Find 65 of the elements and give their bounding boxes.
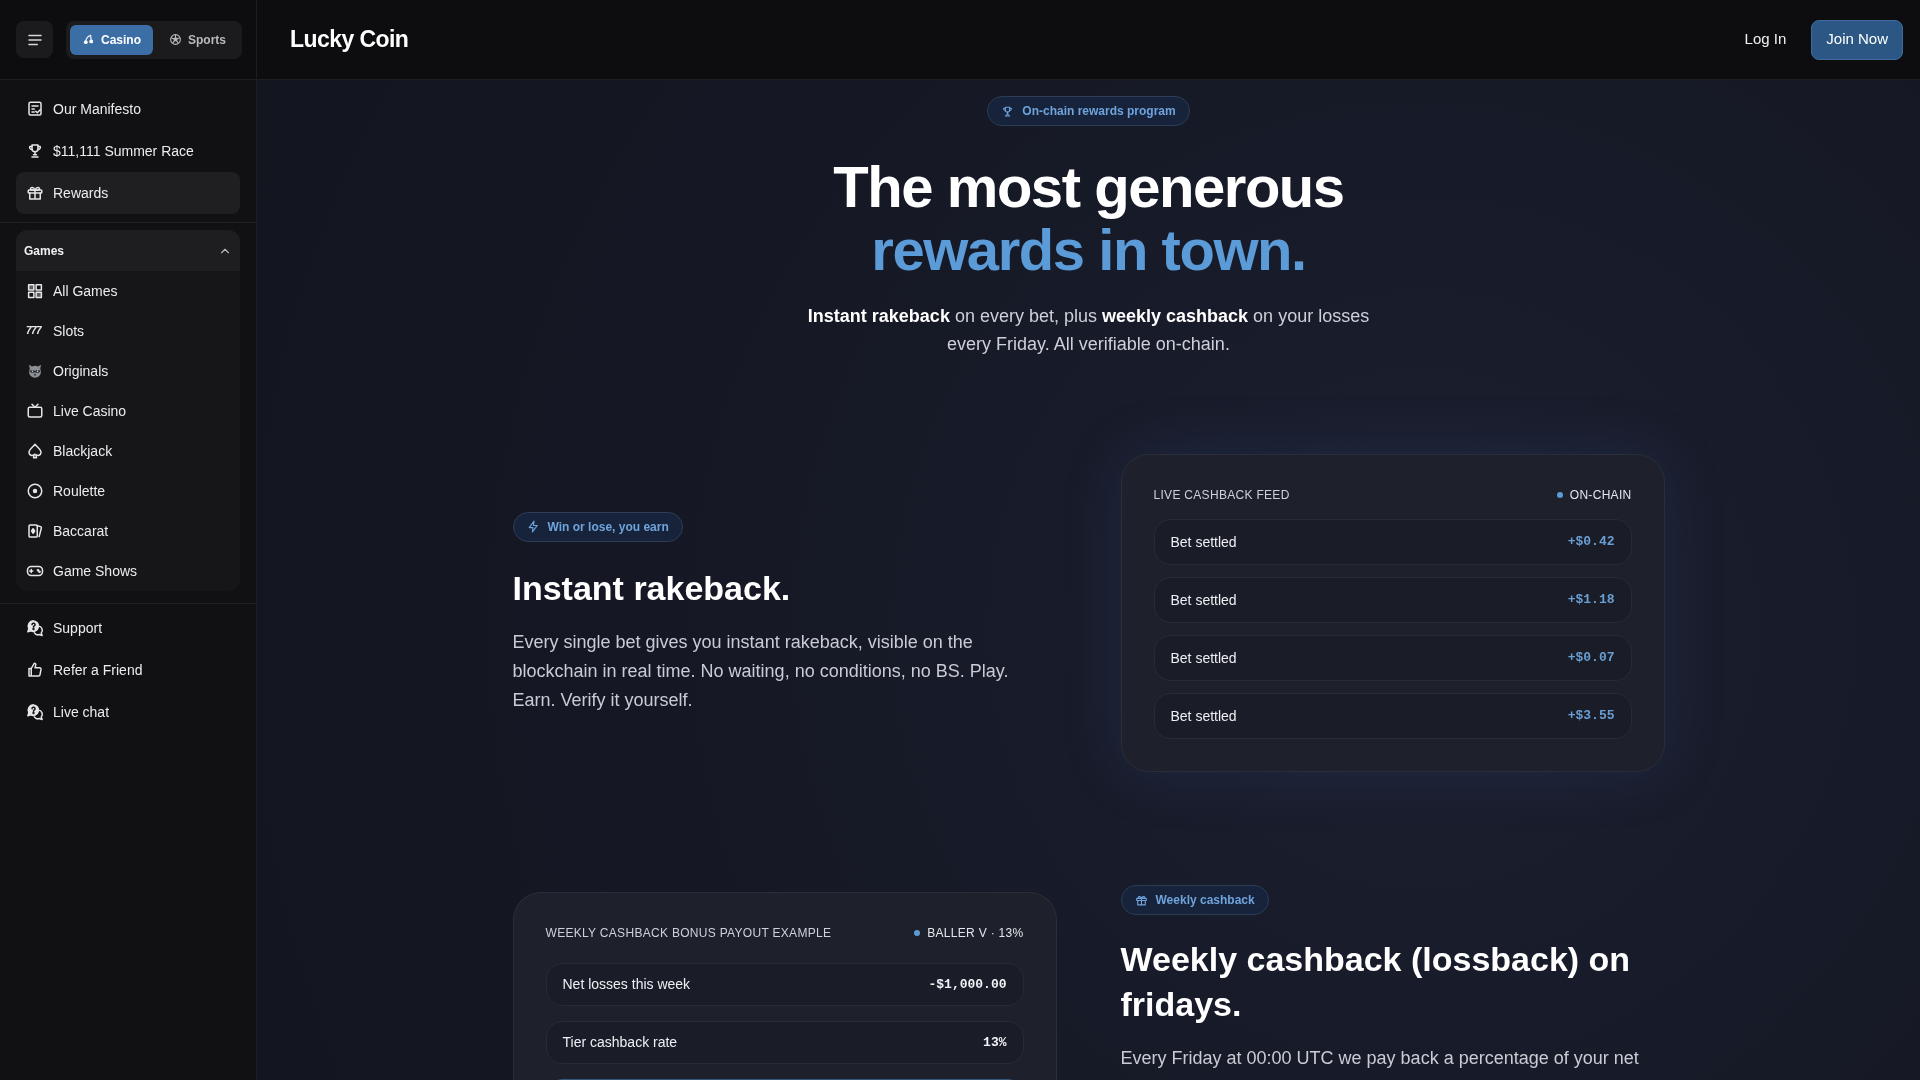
circle-dot-icon bbox=[26, 482, 44, 500]
animal-face-icon bbox=[26, 362, 44, 380]
sevens-icon: 777 bbox=[26, 326, 44, 336]
login-link[interactable]: Log In bbox=[1744, 28, 1787, 51]
sidebar-item[interactable]: Live Casino bbox=[16, 391, 240, 431]
feed-title: LIVE CASHBACK FEED bbox=[1153, 487, 1290, 503]
cashback-amount: +$3.55 bbox=[1567, 707, 1615, 726]
trophy-icon bbox=[26, 142, 44, 160]
gift-icon bbox=[26, 184, 44, 202]
sidebar-item[interactable]: $11,111 Summer Race bbox=[16, 130, 240, 172]
logo[interactable]: Lucky Coin bbox=[290, 22, 409, 57]
sidebar-item[interactable]: Game Shows bbox=[16, 551, 240, 591]
row-label: Bet settled bbox=[1170, 532, 1237, 552]
section-text: Every Friday at 00:00 UTC we pay back a percentage of your net bbox=[1120, 1047, 1639, 1070]
gift-icon bbox=[1134, 893, 1148, 907]
question-chat-icon bbox=[26, 703, 44, 721]
card-title: WEEKLY CASHBACK BONUS PAYOUT EXAMPLE bbox=[545, 925, 832, 941]
cashback-amount: +$0.07 bbox=[1567, 649, 1615, 668]
row-value: -$1,000.00 bbox=[928, 975, 1007, 994]
row-label: Tier cashback rate bbox=[562, 1033, 678, 1052]
section-heading: Instant rakeback. bbox=[512, 567, 791, 609]
status-label: ON-CHAIN bbox=[1569, 487, 1632, 503]
tier-label: BALLER V · 13% bbox=[927, 925, 1024, 941]
trophy-icon bbox=[1001, 104, 1015, 118]
sidebar-item[interactable]: Originals bbox=[16, 351, 240, 391]
lightning-icon bbox=[526, 520, 540, 533]
tv-icon bbox=[26, 402, 44, 420]
sidebar-item[interactable]: 777 Slots bbox=[16, 311, 240, 351]
row-label: Net losses this week bbox=[562, 975, 691, 994]
soccer-ball-icon bbox=[169, 33, 182, 46]
sidebar-item[interactable]: Rewards bbox=[16, 172, 240, 214]
sidebar-item[interactable]: Live chat bbox=[16, 691, 240, 733]
sidebar-item[interactable]: Refer a Friend bbox=[16, 649, 240, 691]
sidebar-item[interactable]: All Games bbox=[16, 271, 240, 311]
section-heading: Weekly cashback (lossback) on fridays. bbox=[1120, 939, 1632, 1025]
sidebar-item[interactable]: Roulette bbox=[16, 471, 240, 511]
row-label: Bet settled bbox=[1170, 648, 1237, 668]
hero-heading-accent: rewards in town. bbox=[870, 218, 1306, 281]
menu-button[interactable] bbox=[16, 21, 53, 58]
hero-heading: The most generous bbox=[833, 155, 1344, 218]
tag-label: Weekly cashback bbox=[1155, 892, 1255, 909]
tag-label: Win or lose, you earn bbox=[547, 518, 669, 536]
question-chat-icon bbox=[26, 619, 44, 637]
join-now-button[interactable]: Join Now bbox=[1811, 19, 1903, 60]
thumbs-up-icon bbox=[26, 661, 44, 679]
tag-label: On-chain rewards program bbox=[1022, 103, 1176, 120]
cherries-icon bbox=[82, 33, 95, 46]
cashback-amount: +$0.42 bbox=[1567, 533, 1615, 552]
row-label: Bet settled bbox=[1170, 706, 1237, 726]
hero-subtitle: Instant rakeback on every bet, plus weekly cashback on your losses every Friday. All verifiable on-chain. bbox=[806, 305, 1371, 356]
checklist-icon bbox=[26, 100, 44, 118]
section-text: Every single bet gives you instant rakeback, visible on the blockchain in real time. No waiting, no conditions, no BS. Play. Earn. Verify it yourself. bbox=[512, 630, 1010, 712]
row-value: 13% bbox=[983, 1033, 1007, 1052]
games-section-toggle[interactable]: Games bbox=[16, 230, 240, 271]
grid-icon bbox=[26, 282, 44, 300]
playing-cards-icon bbox=[26, 522, 44, 540]
sidebar-item[interactable]: Blackjack bbox=[16, 431, 240, 471]
mode-tab[interactable]: Casino bbox=[70, 24, 153, 55]
sidebar-item[interactable]: Support bbox=[16, 607, 240, 649]
spade-icon bbox=[26, 442, 44, 460]
cashback-amount: +$1.18 bbox=[1567, 591, 1615, 610]
mode-tab[interactable]: Sports bbox=[157, 24, 239, 55]
sidebar-item[interactable]: Our Manifesto bbox=[16, 88, 240, 130]
row-label: Bet settled bbox=[1170, 590, 1237, 610]
sidebar-item[interactable]: Baccarat bbox=[16, 511, 240, 551]
